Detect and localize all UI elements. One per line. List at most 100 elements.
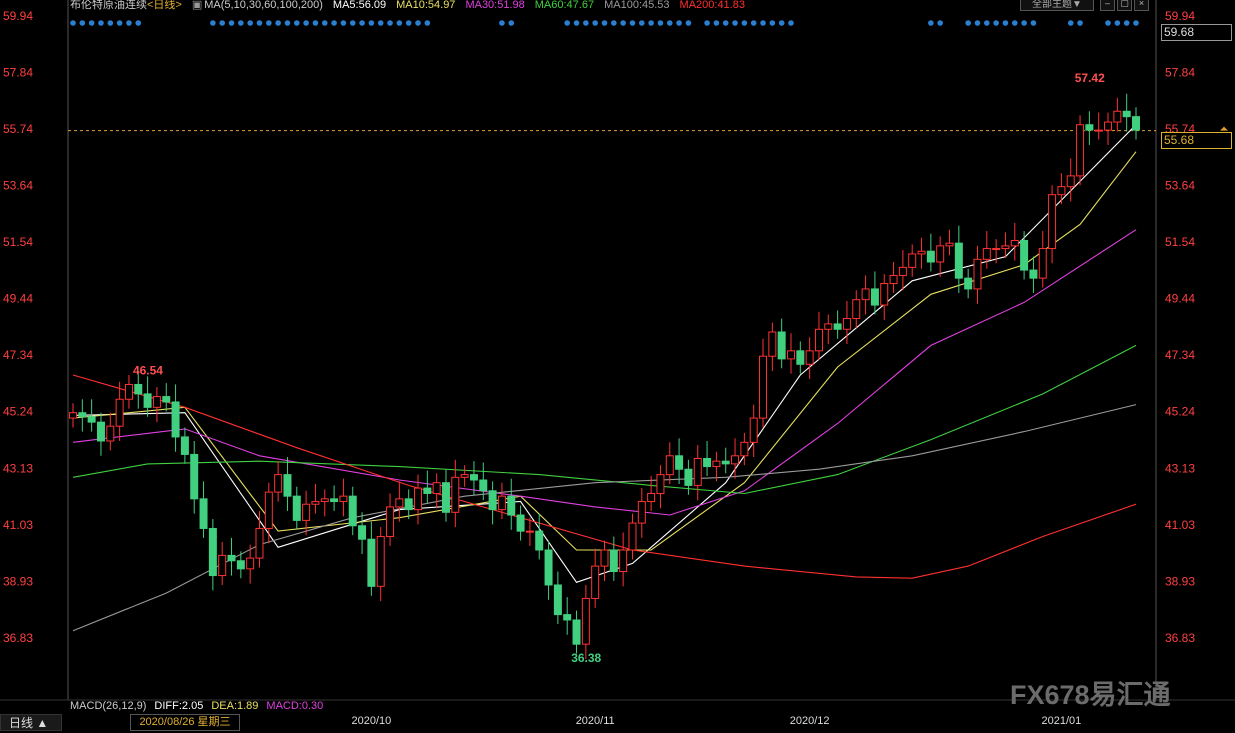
candle-body: [1122, 110, 1131, 118]
candle-body: [106, 425, 115, 442]
candle-body: [777, 331, 786, 360]
price-annotations: 46.54 36.38 57.42: [133, 71, 1105, 665]
y-tick-label-right: 49.44: [1165, 292, 1195, 306]
ma-params[interactable]: MA(5,10,30,60,100,200): [204, 0, 323, 11]
candle-body: [749, 417, 758, 443]
candle-body: [703, 457, 712, 468]
macd-dea: DEA:1.89: [211, 700, 259, 712]
signal-dot: [993, 20, 999, 26]
theme-select-button[interactable]: 全部主题▼: [1020, 0, 1094, 11]
ma-settings-icon[interactable]: ▣: [192, 0, 202, 11]
minimize-icon[interactable]: –: [1100, 0, 1115, 11]
candle-body: [609, 549, 618, 573]
price-annotation-label: 36.38: [571, 651, 601, 665]
candle-body: [190, 453, 199, 500]
y-tick-label-right: 36.83: [1165, 631, 1195, 645]
signal-dot: [266, 20, 272, 26]
y-tick-label-right: 47.34: [1165, 348, 1195, 362]
signal-dot: [1105, 20, 1111, 26]
ma100-value: MA100:45.53: [604, 0, 670, 11]
signal-dot: [88, 20, 95, 26]
candle-body: [348, 495, 357, 527]
candle-body: [488, 490, 497, 511]
period-button[interactable]: 日线 ▲: [0, 714, 62, 731]
candle-body: [283, 474, 292, 497]
cursor-date: 2020/08/26 星期三: [130, 714, 240, 731]
candle-body: [619, 549, 628, 573]
candle-body: [1094, 129, 1103, 132]
candle-body: [423, 487, 432, 494]
candle-body: [255, 527, 264, 559]
candle-body: [693, 457, 702, 486]
ma200-value: MA200:41.83: [679, 0, 745, 11]
candle-body: [563, 614, 572, 621]
candle-body: [889, 274, 898, 285]
x-tick-label: 2020/12: [790, 715, 830, 727]
y-tick-label-right: 38.93: [1165, 574, 1195, 588]
candle-body: [87, 416, 96, 423]
candle-body: [395, 498, 404, 508]
ma5-line: [72, 124, 1137, 583]
signal-dot: [396, 20, 403, 26]
y-tick-label-right: 53.64: [1165, 179, 1195, 193]
period-tag[interactable]: <日线>: [147, 0, 182, 11]
signal-dot: [1011, 20, 1018, 26]
candle-body: [992, 248, 1001, 251]
signal-dot: [424, 20, 431, 26]
candle-body: [553, 584, 562, 616]
x-axis: 2020/10 2020/11 2020/12 2021/01: [352, 715, 1082, 727]
signal-dot: [984, 20, 990, 26]
y-tick-label-left: 47.34: [3, 348, 33, 362]
candle-body: [917, 250, 926, 255]
x-tick-label: 2021/01: [1042, 715, 1082, 727]
price-chart[interactable]: 59.94 59.9457.84 57.8455.74 55.7453.64 53.64…: [0, 0, 1235, 733]
candle-body: [544, 549, 553, 586]
candle-body: [1066, 175, 1075, 188]
candle-body: [1048, 194, 1057, 250]
candle-body: [926, 250, 935, 263]
candle-body: [852, 299, 861, 320]
close-icon[interactable]: ×: [1134, 0, 1149, 11]
candle-body: [208, 527, 217, 577]
y-tick-label-left: 57.84: [3, 66, 33, 80]
candle-body: [404, 498, 413, 511]
candle-body: [497, 495, 506, 511]
signal-dot: [349, 20, 356, 26]
signal-dot: [778, 20, 785, 26]
signal-dot: [620, 20, 626, 26]
signal-dot: [965, 20, 971, 26]
candle-body: [731, 455, 740, 465]
candle-body: [833, 323, 842, 330]
candle-body: [1020, 239, 1029, 271]
candle-body: [516, 514, 525, 532]
candle-body: [386, 506, 395, 538]
candle-body: [982, 248, 991, 260]
candle-body: [936, 245, 945, 263]
signal-dot: [284, 20, 291, 26]
signal-dot: [573, 20, 580, 26]
candle-body: [768, 331, 777, 357]
y-tick-label-left: 38.93: [3, 574, 33, 588]
candle-body: [665, 455, 674, 476]
restore-icon[interactable]: ▢: [1117, 0, 1132, 11]
candle-body: [628, 522, 637, 551]
signal-dot: [937, 20, 943, 26]
signal-dot: [629, 20, 636, 26]
signal-dot: [713, 20, 720, 26]
signal-dot: [98, 20, 104, 26]
signal-dot: [219, 20, 225, 26]
signal-dot: [1002, 20, 1009, 26]
candle-body: [964, 277, 973, 290]
signal-dot: [312, 20, 319, 26]
candle-body: [796, 350, 805, 365]
candle-body: [1001, 245, 1010, 250]
signal-dot: [769, 20, 776, 26]
signal-dot: [1123, 20, 1130, 26]
signal-dot: [387, 20, 393, 26]
x-tick-label: 2020/11: [576, 715, 615, 727]
macd-params[interactable]: MACD(26,12,9): [70, 700, 146, 712]
signal-dot: [704, 20, 710, 26]
candle-body: [460, 474, 469, 478]
macd-readout: MACD(26,12,9) DIFF:2.05 DEA:1.89 MACD:0.30: [70, 700, 331, 712]
candle-body: [880, 283, 889, 306]
